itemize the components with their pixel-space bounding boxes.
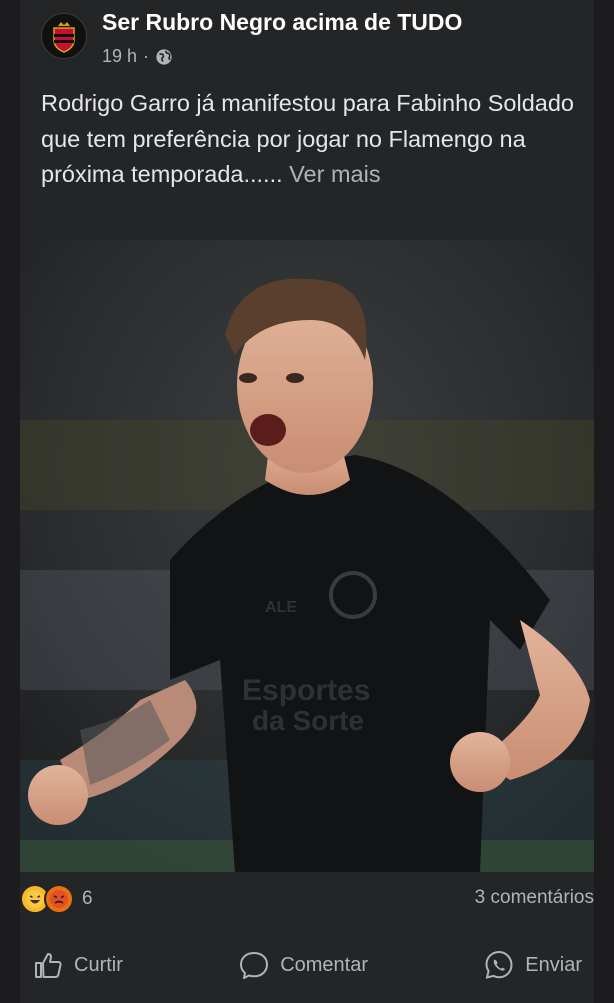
post-caption: Rodrigo Garro já manifestou para Fabinho… <box>41 86 581 193</box>
comment-bubble-icon <box>240 952 269 979</box>
page-avatar[interactable] <box>41 13 87 59</box>
send-label: Enviar <box>525 953 582 976</box>
page-margin-left <box>0 0 20 1003</box>
globe-icon <box>155 48 173 66</box>
meta-separator: · <box>143 46 150 66</box>
see-more-link[interactable]: Ver mais <box>283 161 380 187</box>
reaction-count: 6 <box>82 888 93 909</box>
whatsapp-icon <box>485 950 513 979</box>
like-label: Curtir <box>74 953 123 976</box>
jersey-sponsor: ALE <box>265 599 297 616</box>
page-name-link[interactable]: Ser Rubro Negro acima de TUDO <box>102 9 462 36</box>
post-photo[interactable]: Esportes da Sorte ALE <box>20 240 594 872</box>
like-button[interactable]: Curtir <box>20 949 135 981</box>
comments-count-link[interactable]: 3 comentários <box>475 887 594 909</box>
comment-label: Comentar <box>280 953 368 976</box>
page-margin-right <box>594 0 614 1003</box>
post-timestamp[interactable]: 19 h <box>102 46 137 67</box>
comment-button[interactable]: Comentar <box>226 949 380 981</box>
action-bar: Curtir Comentar Enviar <box>20 940 594 990</box>
thumbs-up-icon <box>35 953 62 978</box>
club-crest-icon <box>42 14 86 58</box>
reactions-summary[interactable]: 6 <box>20 884 93 914</box>
angry-icon <box>44 884 74 914</box>
jersey-text-2: da Sorte <box>252 705 364 736</box>
feed-post: Ser Rubro Negro acima de TUDO 19 h · Rod… <box>20 0 594 1003</box>
jersey-text-1: Esportes <box>242 674 370 707</box>
post-meta: 19 h · <box>102 46 173 67</box>
send-button[interactable]: Enviar <box>471 949 594 981</box>
